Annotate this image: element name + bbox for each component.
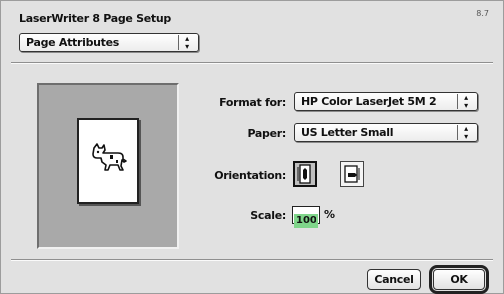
dogcow-icon: [92, 143, 127, 171]
landscape-orientation-button[interactable]: [340, 161, 364, 187]
popup-arrows-icon: ▴ ▾: [178, 34, 195, 50]
header-separator: [11, 62, 493, 64]
scale-label: Scale:: [250, 209, 286, 222]
dialog-title: LaserWriter 8 Page Setup: [19, 12, 171, 25]
format-for-value: HP Color LaserJet 5M 2: [301, 95, 437, 108]
page-preview: [37, 83, 179, 249]
panel-popup-menu[interactable]: Page Attributes ▴ ▾: [19, 33, 199, 52]
orientation-label: Orientation:: [214, 169, 286, 182]
portrait-orientation-icon: [297, 164, 311, 184]
format-for-label: Format for:: [219, 96, 286, 109]
preview-paper: [77, 118, 139, 204]
format-for-popup[interactable]: HP Color LaserJet 5M 2 ▴ ▾: [294, 92, 478, 111]
scale-field[interactable]: [292, 206, 320, 228]
landscape-orientation-icon: [344, 165, 360, 183]
cancel-button[interactable]: Cancel: [367, 269, 421, 290]
paper-label: Paper:: [247, 127, 286, 140]
scale-input[interactable]: [294, 213, 318, 228]
scale-unit: %: [324, 208, 336, 221]
panel-popup-label: Page Attributes: [26, 36, 120, 49]
footer-separator: [11, 259, 493, 261]
version-label: 8.7: [476, 9, 489, 18]
popup-arrows-icon: ▴ ▾: [457, 124, 474, 140]
paper-popup[interactable]: US Letter Small ▴ ▾: [294, 123, 478, 142]
ok-button[interactable]: OK: [429, 265, 489, 294]
portrait-orientation-button[interactable]: [293, 161, 317, 187]
paper-value: US Letter Small: [301, 126, 394, 139]
page-setup-dialog: LaserWriter 8 Page Setup 8.7 Page Attrib…: [0, 0, 504, 294]
popup-arrows-icon: ▴ ▾: [457, 93, 474, 109]
